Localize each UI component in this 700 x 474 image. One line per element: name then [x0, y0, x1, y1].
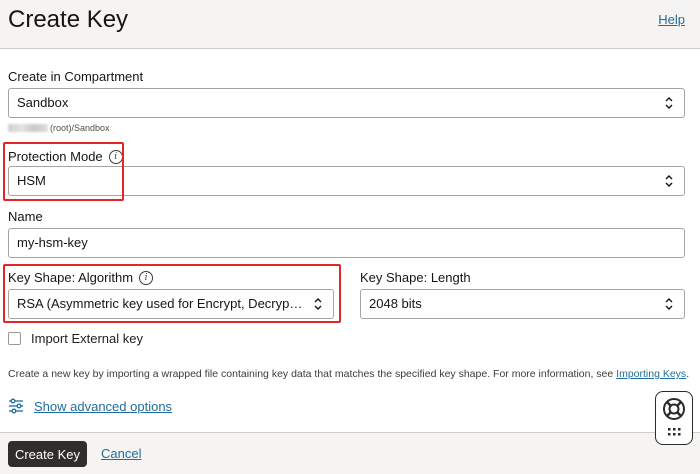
info-icon[interactable]: i [139, 270, 154, 285]
sliders-icon [9, 398, 23, 414]
key-shape-length-select[interactable]: 2048 bits [360, 289, 685, 319]
panel-header: Create Key Help [0, 0, 700, 49]
chevron-updown-icon [665, 298, 673, 310]
grid-dots-icon [668, 428, 681, 436]
compartment-path-text: (root)/Sandbox [50, 123, 110, 133]
chevron-updown-icon [665, 175, 673, 187]
compartment-path-hint: (root)/Sandbox [8, 123, 110, 133]
protection-mode-label-text: Protection Mode [8, 149, 103, 164]
import-external-row: Import External key [8, 331, 143, 346]
chevron-updown-icon [665, 97, 673, 109]
show-advanced-options-link[interactable]: Show advanced options [34, 399, 172, 414]
help-link[interactable]: Help [658, 12, 685, 27]
compartment-value: Sandbox [17, 95, 69, 110]
description-suffix: . [686, 368, 690, 380]
import-external-label: Import External key [31, 331, 143, 346]
name-input[interactable]: my-hsm-key [8, 228, 685, 258]
help-widget[interactable] [655, 391, 693, 445]
key-shape-algorithm-value: RSA (Asymmetric key used for Encrypt, De… [17, 296, 330, 311]
create-key-button[interactable]: Create Key [8, 441, 87, 467]
description-text: Create a new key by importing a wrapped … [8, 368, 617, 380]
importing-keys-link[interactable]: Importing Keys [616, 368, 686, 380]
lifebuoy-icon [663, 398, 685, 436]
protection-mode-label: Protection Mode i [8, 149, 123, 164]
protection-mode-value: HSM [17, 173, 46, 188]
cancel-link[interactable]: Cancel [101, 446, 141, 461]
key-description: Create a new key by importing a wrapped … [8, 368, 689, 380]
key-shape-length-label-text: Key Shape: Length [360, 270, 471, 285]
chevron-updown-icon [314, 298, 322, 310]
name-label-text: Name [8, 209, 43, 224]
compartment-select[interactable]: Sandbox [8, 88, 685, 118]
import-external-checkbox[interactable] [8, 332, 21, 345]
compartment-label-text: Create in Compartment [8, 69, 144, 84]
redacted-tenancy-name [8, 124, 48, 132]
advanced-options-row: Show advanced options [8, 398, 172, 414]
key-shape-algorithm-select[interactable]: RSA (Asymmetric key used for Encrypt, De… [8, 289, 334, 319]
name-value: my-hsm-key [17, 235, 88, 250]
compartment-label: Create in Compartment [8, 69, 143, 84]
protection-mode-select[interactable]: HSM [8, 166, 685, 196]
page-title: Create Key [8, 6, 129, 33]
key-shape-length-value: 2048 bits [369, 296, 422, 311]
name-label: Name [8, 209, 43, 224]
info-icon[interactable]: i [108, 149, 123, 164]
key-shape-algorithm-label: Key Shape: Algorithm i [8, 270, 154, 285]
key-shape-algorithm-label-text: Key Shape: Algorithm [8, 270, 134, 285]
key-shape-length-label: Key Shape: Length [360, 270, 471, 285]
